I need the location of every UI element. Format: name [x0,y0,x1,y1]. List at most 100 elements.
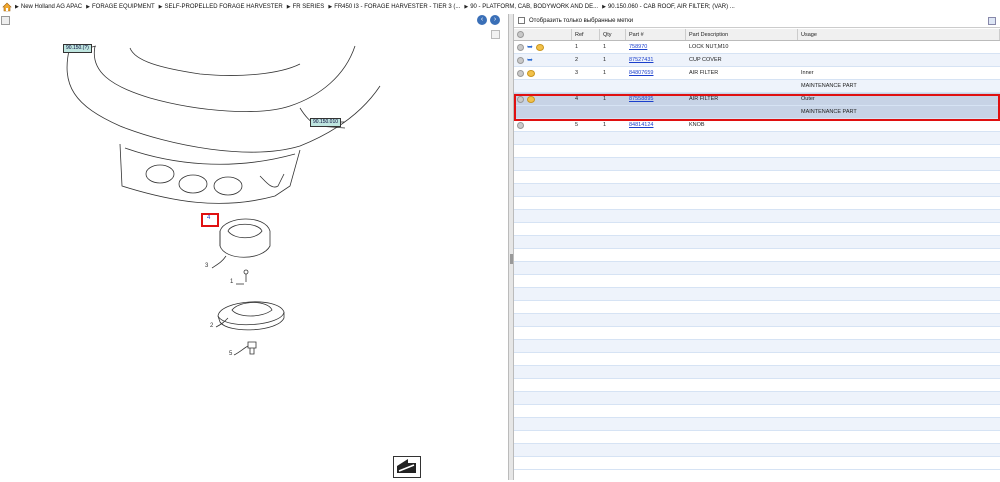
cell-qty: 1 [603,70,607,76]
table-row[interactable]: 3 1 84807659 AIR FILTER Inner [514,67,1000,80]
empty-row [514,210,1000,223]
home-icon[interactable] [2,2,12,12]
add-to-cart-icon[interactable] [517,95,524,103]
empty-row [514,405,1000,418]
header-select-all[interactable] [514,29,572,40]
add-to-cart-icon[interactable] [517,43,524,51]
maintenance-icon[interactable] [536,43,544,51]
chevron-right-icon: ▶ [158,4,163,10]
add-to-cart-icon[interactable] [517,69,524,77]
breadcrumb-item[interactable]: ▶ FR SERIES [287,4,325,10]
breadcrumb-item[interactable]: ▶ 90 - PLATFORM, CAB, BODYWORK AND DE... [464,4,598,10]
cell-qty: 1 [603,122,607,128]
empty-row [514,340,1000,353]
column-header-ref[interactable]: Ref [572,29,600,40]
cell-description: AIR FILTER [689,70,719,76]
empty-rows [514,132,1000,470]
splitter-grip-icon[interactable] [510,254,513,264]
part-number-link[interactable]: 87558895 [626,93,686,105]
chevron-right-icon: ▶ [464,4,469,10]
export-icon[interactable] [988,17,996,25]
table-row-selected[interactable]: MAINTENANCE PART [514,106,1000,119]
table-row[interactable]: ➥ 1 1 758970 LOCK NUT,M10 [514,41,1000,54]
cell-usage [798,119,1000,131]
cell-qty: 1 [603,44,607,50]
callout-ref-1[interactable]: 1 [230,279,233,285]
table-row[interactable]: MAINTENANCE PART [514,80,1000,93]
parts-table: Ref Qty Part # Part Description Usage ➥ … [514,29,1000,470]
cell-description: CUP COVER [689,57,722,63]
empty-row [514,223,1000,236]
chevron-right-icon: ▶ [602,4,606,10]
show-selected-only-label: Отобразить только выбранные метки [529,17,634,24]
add-to-cart-icon[interactable] [517,56,524,64]
cell-usage: Outer [801,96,815,102]
empty-row [514,158,1000,171]
cell-description: LOCK NUT,M10 [689,44,729,50]
breadcrumb-item[interactable]: ▶ FR450 I3 - FORAGE HARVESTER - TIER 3 (.… [328,4,460,10]
column-header-description[interactable]: Part Description [686,29,798,40]
part-number-link[interactable]: 84807659 [626,67,686,79]
substitution-arrow-icon[interactable]: ➥ [527,44,534,51]
empty-row [514,236,1000,249]
breadcrumb-item[interactable]: ▶ 90.150.060 - CAB ROOF, AIR FILTER; (VAR… [602,4,735,10]
callout-ref-3[interactable]: 3 [205,263,208,269]
exploded-parts-drawing: 90.150.(?) 90.150.010 4 3 1 2 5 [0,26,508,480]
empty-row [514,379,1000,392]
substitution-arrow-icon[interactable]: ➥ [527,57,534,64]
callout-ref-2[interactable]: 2 [210,323,213,329]
table-row-selected[interactable]: 4 1 87558895 AIR FILTER Outer [514,93,1000,106]
empty-row [514,288,1000,301]
cell-usage: MAINTENANCE PART [801,109,857,115]
cell-qty: 1 [603,57,607,63]
breadcrumb-item[interactable]: ▶ New Holland AG APAC [15,4,82,10]
cell-ref: 3 [575,70,579,76]
empty-row [514,301,1000,314]
empty-row [514,171,1000,184]
empty-row [514,145,1000,158]
part-number-link[interactable]: 84814124 [626,119,686,131]
cab-roof-drawing [66,45,381,356]
add-to-cart-icon[interactable] [517,121,524,129]
column-header-part[interactable]: Part # [626,29,686,40]
previous-drawing-button[interactable]: ‹ [477,15,487,25]
next-drawing-button[interactable]: › [490,15,500,25]
show-selected-only-checkbox[interactable] [518,17,525,24]
cell-ref: 4 [575,96,579,102]
table-row[interactable]: ➥ 2 1 87527431 CUP COVER [514,54,1000,67]
cell-ref: 5 [575,122,579,128]
column-header-usage[interactable]: Usage [798,29,1000,40]
drawing-reference-label[interactable]: 90.150.(?) [63,44,92,53]
empty-row [514,366,1000,379]
cell-ref: 2 [575,57,579,63]
cell-usage [798,41,1000,53]
maintenance-icon[interactable] [527,69,535,77]
cell-description: AIR FILTER [689,96,719,102]
part-number-link[interactable]: 87527431 [626,54,686,66]
zoom-fit-button[interactable] [1,16,10,25]
empty-row [514,431,1000,444]
table-row[interactable]: 5 1 84814124 KNOB [514,119,1000,132]
chevron-right-icon: ▶ [15,4,19,10]
empty-row [514,392,1000,405]
drawing-toolbar: ‹ › [0,14,508,39]
maintenance-icon[interactable] [527,95,535,103]
drawing-reference-label[interactable]: 90.150.010 [310,118,342,127]
chevron-right-icon: ▶ [86,4,90,10]
chevron-right-icon: ▶ [328,4,333,10]
callout-ref-4[interactable]: 4 [207,215,210,221]
cell-ref: 1 [575,44,579,50]
next-page-icon[interactable] [393,456,421,478]
expand-all-icon[interactable] [517,31,524,38]
empty-row [514,249,1000,262]
callout-ref-5[interactable]: 5 [229,351,232,357]
empty-row [514,197,1000,210]
cell-description: KNOB [689,122,705,128]
breadcrumb-item[interactable]: ▶ SELF-PROPELLED FORAGE HARVESTER [159,4,283,10]
breadcrumb-item[interactable]: ▶ FORAGE EQUIPMENT [86,4,155,10]
empty-row [514,184,1000,197]
column-header-qty[interactable]: Qty [600,29,626,40]
cell-usage [798,54,1000,66]
part-number-link[interactable]: 758970 [626,41,686,53]
empty-row [514,132,1000,145]
